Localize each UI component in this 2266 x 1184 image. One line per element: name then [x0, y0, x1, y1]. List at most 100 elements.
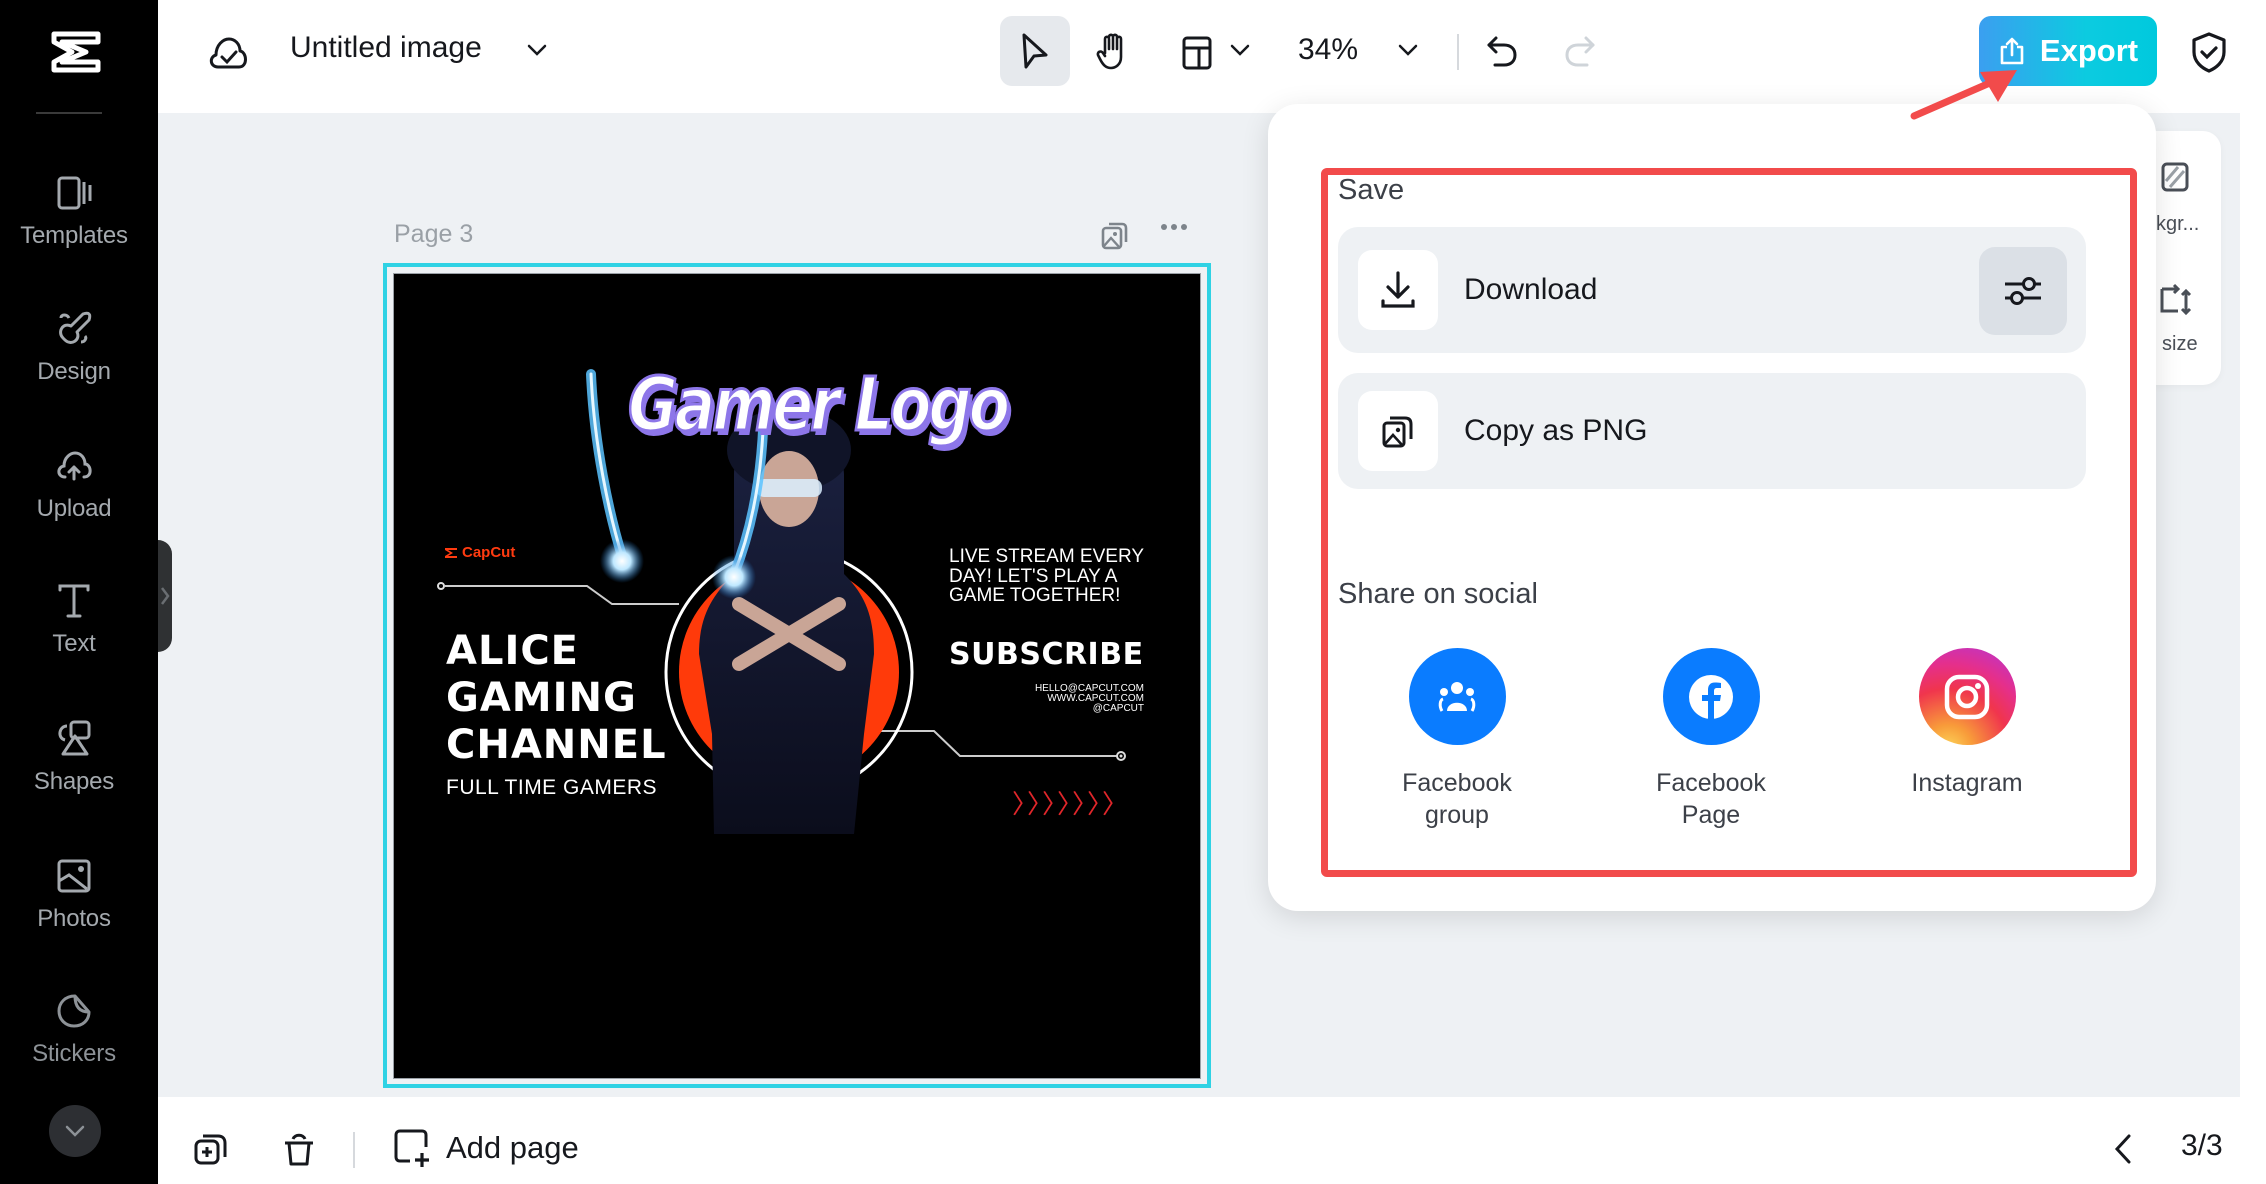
share-facebook-group[interactable]: Facebook group: [1377, 648, 1537, 831]
redo-icon[interactable]: [1562, 34, 1598, 70]
page-indicator: 3/3: [2181, 1129, 2223, 1162]
delete-page-icon[interactable]: [281, 1131, 317, 1169]
copy-image-icon: [1382, 416, 1413, 448]
sidebar-item-stickers[interactable]: Stickers: [0, 990, 148, 1100]
social-label-line: Page: [1681, 801, 1741, 829]
add-page-icon: [394, 1129, 429, 1167]
poster-contact-line: @CAPCUT: [1092, 703, 1144, 714]
right-panel-strip: [2240, 113, 2266, 1097]
undo-icon[interactable]: [1484, 34, 1520, 70]
sidebar-item-label: Templates: [20, 222, 128, 249]
poster-contact: HELLO@CAPCUT.COM WWW.CAPCUT.COM @CAPCUT: [954, 684, 1144, 714]
cloud-saved-icon[interactable]: [207, 33, 251, 73]
sidebar-more-button[interactable]: [49, 1105, 101, 1157]
bottom-divider: [353, 1132, 355, 1168]
poster-canvas[interactable]: Gamer Logo CapCut ALICE GAMING CHANNEL F…: [393, 273, 1201, 1079]
resize-icon[interactable]: [2158, 281, 2192, 317]
text-icon: [58, 584, 90, 618]
remove-background-label: kgr...: [2156, 213, 2200, 235]
hand-icon: [1096, 33, 1123, 70]
copy-as-png-option[interactable]: Copy as PNG: [1338, 373, 2086, 489]
sidebar-collapse-handle[interactable]: [158, 540, 172, 652]
copy-png-label: Copy as PNG: [1464, 414, 1648, 447]
facebook-group-label: Facebook group: [1402, 767, 1512, 831]
social-label-line: Facebook: [1656, 769, 1766, 797]
facebook-page-circle: [1662, 648, 1760, 745]
remove-background-icon[interactable]: [2160, 161, 2190, 193]
layout-icon: [1182, 36, 1212, 70]
download-icon-tile: [1358, 250, 1438, 330]
divider: [36, 112, 102, 114]
poster-chevrons: 〉〉〉〉〉〉〉: [1012, 789, 1131, 819]
instagram-icon: [1944, 674, 1990, 719]
hand-tool-button[interactable]: [1080, 16, 1146, 86]
poster-subtitle: FULL TIME GAMERS: [446, 776, 658, 799]
poster-cta: SUBSCRIBE: [949, 637, 1144, 672]
poster-title-line: CHANNEL: [446, 722, 667, 768]
add-page-button[interactable]: Add page: [392, 1127, 579, 1169]
instagram-label: Instagram: [1911, 767, 2022, 799]
select-tool-button[interactable]: [1000, 16, 1070, 86]
save-section-title: Save: [1338, 174, 1405, 206]
sidebar-item-templates[interactable]: Templates: [0, 172, 148, 282]
sidebar-item-photos[interactable]: Photos: [0, 855, 148, 965]
sidebar-item-label: Stickers: [32, 1040, 116, 1067]
download-settings-button[interactable]: [1979, 247, 2067, 335]
chevron-down-icon: [65, 1125, 85, 1137]
facebook-icon: [1689, 674, 1733, 719]
sidebar-item-label: Shapes: [33, 768, 115, 795]
page-copy-image-icon[interactable]: [1100, 218, 1130, 252]
layout-button[interactable]: [1172, 28, 1222, 78]
sidebar-item-shapes[interactable]: Shapes: [0, 718, 148, 828]
page-more-options-icon[interactable]: [1160, 222, 1188, 232]
download-label: Download: [1464, 273, 1598, 306]
add-page-label: Add page: [446, 1130, 579, 1165]
capcut-logo[interactable]: [48, 28, 110, 76]
poster-brand: CapCut: [444, 544, 515, 561]
share-section-title: Share on social: [1338, 578, 1538, 610]
share-instagram[interactable]: Instagram: [1887, 648, 2047, 799]
sidebar-item-text[interactable]: Text: [0, 580, 148, 690]
upload-cloud-icon: [57, 451, 92, 481]
group-people-icon: [1438, 681, 1476, 712]
title-dropdown-icon[interactable]: [526, 43, 548, 57]
social-label-line: Instagram: [1911, 769, 2023, 797]
annotation-arrow-icon: [1910, 70, 2017, 120]
cursor-arrow-icon: [1022, 33, 1048, 69]
export-label: Export: [2039, 33, 2139, 68]
document-title[interactable]: Untitled image: [290, 31, 482, 65]
poster-brand-label: CapCut: [462, 544, 516, 561]
shapes-icon: [58, 720, 91, 756]
sidebar: Templates Design Upload Text Shapes Phot…: [0, 0, 158, 1184]
poster-headline: Gamer Logo: [627, 361, 1012, 450]
shield-check-icon[interactable]: [2190, 30, 2228, 74]
toolbar-divider: [1457, 34, 1459, 70]
poster-title-line: GAMING: [446, 675, 637, 721]
layout-dropdown-icon[interactable]: [1229, 43, 1251, 57]
share-facebook-page[interactable]: Facebook Page: [1631, 648, 1791, 831]
social-label-line: group: [1425, 801, 1489, 829]
sidebar-item-label: Design: [37, 358, 111, 385]
poster-title-line: ALICE: [446, 628, 580, 674]
zoom-dropdown-icon[interactable]: [1397, 43, 1419, 57]
previous-page-icon[interactable]: [2112, 1132, 2134, 1166]
zoom-level[interactable]: 34%: [1298, 33, 1358, 67]
design-icon: [59, 311, 92, 344]
poster-title: ALICE GAMING CHANNEL: [446, 628, 667, 769]
resize-label: size: [2162, 333, 2198, 355]
sliders-icon: [2005, 277, 2041, 305]
facebook-group-circle: [1408, 648, 1506, 745]
social-label-line: Facebook: [1402, 769, 1512, 797]
sidebar-item-design[interactable]: Design: [0, 308, 148, 418]
duplicate-page-icon[interactable]: [192, 1131, 230, 1169]
page-label: Page 3: [394, 220, 474, 248]
download-option[interactable]: Download: [1338, 227, 2086, 353]
sticker-icon: [57, 994, 91, 1028]
sidebar-item-upload[interactable]: Upload: [0, 445, 148, 555]
capcut-brand-icon: [445, 547, 457, 558]
poster-tagline: LIVE STREAM EVERY DAY! LET'S PLAY A GAME…: [949, 546, 1144, 606]
facebook-page-label: Facebook Page: [1656, 767, 1766, 831]
download-icon: [1381, 271, 1415, 308]
templates-icon: [57, 176, 92, 210]
sidebar-item-label: Text: [52, 630, 96, 657]
